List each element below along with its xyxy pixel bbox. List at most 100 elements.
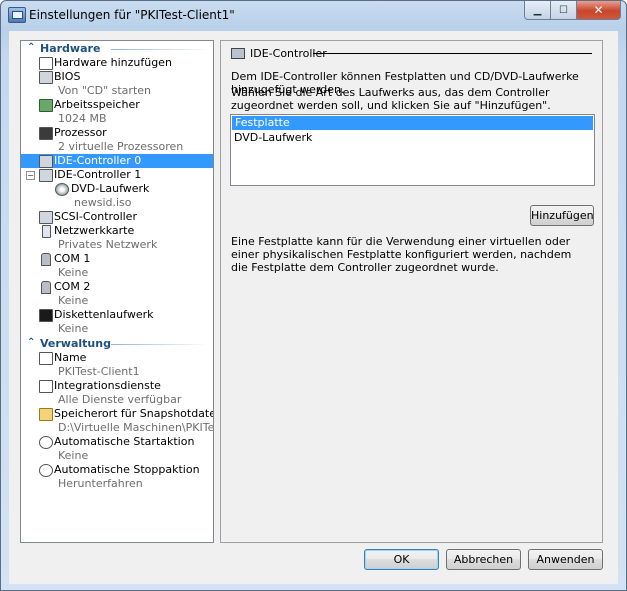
tree-item-sub: newsid.iso bbox=[21, 196, 213, 210]
ide-controller-icon bbox=[231, 48, 245, 59]
tree-item-sublabel: Alle Dienste verfügbar bbox=[58, 393, 182, 406]
tree-item-sub: Herunterfahren bbox=[21, 477, 213, 491]
tree-item-sub: Privates Netzwerk bbox=[21, 238, 213, 252]
settings-tree[interactable]: ⌃ Hardware Hardware hinzufügen BIOS Von … bbox=[20, 40, 214, 543]
tree-item-sub: Keine bbox=[21, 294, 213, 308]
tree-item-sub: 1024 MB bbox=[21, 112, 213, 126]
tree-item-sub: Alle Dienste verfügbar bbox=[21, 393, 213, 407]
tree-item-arbeitsspeicher[interactable]: Arbeitsspeicher bbox=[21, 98, 213, 112]
tree-item-sub: PKITest-Client1 bbox=[21, 365, 213, 379]
drive-type-list[interactable]: Festplatte DVD-Laufwerk bbox=[230, 114, 595, 186]
tree-item-sublabel: 1024 MB bbox=[58, 112, 107, 125]
tree-item-label: Integrationsdienste bbox=[54, 379, 161, 392]
list-item-festplatte[interactable]: Festplatte bbox=[232, 116, 593, 130]
section-hardware[interactable]: ⌃ Hardware bbox=[21, 42, 213, 56]
tree-item-ide-controller-1[interactable]: − IDE-Controller 1 bbox=[21, 168, 213, 182]
panel-title-divider bbox=[313, 53, 592, 54]
tree-item-auto-stoppaktion[interactable]: Automatische Stoppaktion bbox=[21, 463, 213, 477]
tree-item-sublabel: PKITest-Client1 bbox=[58, 365, 140, 378]
chevron-up-icon[interactable]: ⌃ bbox=[27, 337, 35, 348]
processor-icon bbox=[39, 127, 53, 140]
tree-item-label: Automatische Stoppaktion bbox=[54, 463, 200, 476]
dialog-client-area: ⌃ Hardware Hardware hinzufügen BIOS Von … bbox=[9, 31, 618, 584]
ide-controller-panel: IDE-Controller Dem IDE-Controller können… bbox=[220, 40, 603, 543]
tree-item-sublabel: Von "CD" starten bbox=[58, 84, 151, 97]
close-button[interactable]: ✕ bbox=[577, 1, 621, 20]
tree-item-label: Diskettenlaufwerk bbox=[54, 308, 154, 321]
tree-item-sublabel: Herunterfahren bbox=[58, 477, 143, 490]
start-action-icon bbox=[39, 436, 53, 449]
section-divider bbox=[111, 49, 209, 50]
tree-item-bios[interactable]: BIOS bbox=[21, 70, 213, 84]
ide-controller-icon bbox=[39, 155, 53, 168]
network-adapter-icon bbox=[42, 225, 51, 238]
tree-item-label: IDE-Controller 0 bbox=[54, 154, 142, 167]
section-verwaltung[interactable]: ⌃ Verwaltung bbox=[21, 337, 213, 351]
tree-item-hardware-hinzufuegen[interactable]: Hardware hinzufügen bbox=[21, 56, 213, 70]
tree-item-sublabel: newsid.iso bbox=[74, 196, 132, 209]
section-divider bbox=[111, 344, 209, 345]
tree-item-diskettenlaufwerk[interactable]: Diskettenlaufwerk bbox=[21, 308, 213, 322]
dvd-drive-icon bbox=[55, 183, 69, 196]
tree-item-label: Prozessor bbox=[54, 126, 107, 139]
tree-item-sub: Keine bbox=[21, 322, 213, 336]
settings-window: Einstellungen für "PKITest-Client1" ▁ ☐ … bbox=[0, 0, 627, 591]
tree-item-ide-controller-0[interactable]: IDE-Controller 0 bbox=[21, 154, 213, 168]
com-port-icon bbox=[41, 253, 51, 266]
tree-item-sub: D:\Virtuelle Maschinen\PKITest-Cli... bbox=[21, 421, 213, 435]
close-icon: ✕ bbox=[593, 3, 604, 17]
vm-settings-icon bbox=[8, 7, 26, 23]
tree-item-label: DVD-Laufwerk bbox=[71, 182, 150, 195]
panel-instruction: Wählen Sie die Art des Laufwerks aus, da… bbox=[231, 86, 551, 112]
floppy-drive-icon bbox=[39, 309, 53, 322]
tree-item-com1[interactable]: COM 1 bbox=[21, 252, 213, 266]
title-bar[interactable]: Einstellungen für "PKITest-Client1" ▁ ☐ … bbox=[1, 1, 626, 29]
tree-item-sublabel: Privates Netzwerk bbox=[58, 238, 158, 251]
tree-item-label: Speicherort für Snapshotdateien bbox=[54, 407, 213, 420]
section-hardware-label: Hardware bbox=[40, 42, 101, 55]
maximize-icon: ☐ bbox=[559, 4, 568, 16]
tree-item-dvd-laufwerk[interactable]: DVD-Laufwerk bbox=[21, 182, 213, 196]
minimize-icon: ▁ bbox=[533, 4, 542, 16]
add-hardware-icon bbox=[39, 57, 53, 70]
section-verwaltung-label: Verwaltung bbox=[40, 337, 111, 350]
ide-controller-icon bbox=[39, 169, 53, 182]
cancel-button[interactable]: Abbrechen bbox=[446, 549, 521, 570]
tree-item-label: Arbeitsspeicher bbox=[54, 98, 140, 111]
apply-button[interactable]: Anwenden bbox=[528, 549, 603, 570]
com-port-icon bbox=[41, 281, 51, 294]
tree-item-sublabel: Keine bbox=[58, 322, 89, 335]
tree-item-label: Hardware hinzufügen bbox=[54, 56, 172, 69]
tree-item-label: Name bbox=[54, 351, 87, 364]
tree-item-label: Netzwerkkarte bbox=[54, 224, 135, 237]
tree-item-sublabel: D:\Virtuelle Maschinen\PKITest-Cli... bbox=[58, 421, 214, 434]
ok-button[interactable]: OK bbox=[364, 549, 439, 570]
maximize-button[interactable]: ☐ bbox=[551, 1, 577, 20]
scsi-controller-icon bbox=[39, 211, 53, 224]
tree-item-com2[interactable]: COM 2 bbox=[21, 280, 213, 294]
tree-item-name[interactable]: Name bbox=[21, 351, 213, 365]
tree-item-scsi-controller[interactable]: SCSI-Controller bbox=[21, 210, 213, 224]
tree-item-integrationsdienste[interactable]: Integrationsdienste bbox=[21, 379, 213, 393]
minimize-button[interactable]: ▁ bbox=[524, 1, 551, 20]
tree-item-auto-startaktion[interactable]: Automatische Startaktion bbox=[21, 435, 213, 449]
tree-item-prozessor[interactable]: Prozessor bbox=[21, 126, 213, 140]
list-item-dvd-laufwerk[interactable]: DVD-Laufwerk bbox=[231, 131, 594, 145]
add-button[interactable]: Hinzufügen bbox=[530, 205, 594, 226]
tree-item-netzwerkkarte[interactable]: Netzwerkkarte bbox=[21, 224, 213, 238]
tree-item-label: COM 1 bbox=[54, 252, 91, 265]
tree-item-sublabel: 2 virtuelle Prozessoren bbox=[58, 140, 184, 153]
tree-item-sub: Keine bbox=[21, 449, 213, 463]
tree-item-sublabel: Keine bbox=[58, 266, 89, 279]
window-controls: ▁ ☐ ✕ bbox=[524, 1, 621, 20]
tree-item-label: SCSI-Controller bbox=[54, 210, 137, 223]
snapshot-folder-icon bbox=[39, 408, 53, 421]
tree-item-sublabel: Keine bbox=[58, 449, 89, 462]
bios-icon bbox=[39, 71, 53, 84]
tree-item-label: BIOS bbox=[54, 70, 81, 83]
tree-item-sub: Von "CD" starten bbox=[21, 84, 213, 98]
tree-item-label: Automatische Startaktion bbox=[54, 435, 195, 448]
chevron-up-icon[interactable]: ⌃ bbox=[27, 42, 35, 53]
tree-item-snapshot-speicherort[interactable]: Speicherort für Snapshotdateien bbox=[21, 407, 213, 421]
collapse-icon[interactable]: − bbox=[26, 171, 35, 180]
